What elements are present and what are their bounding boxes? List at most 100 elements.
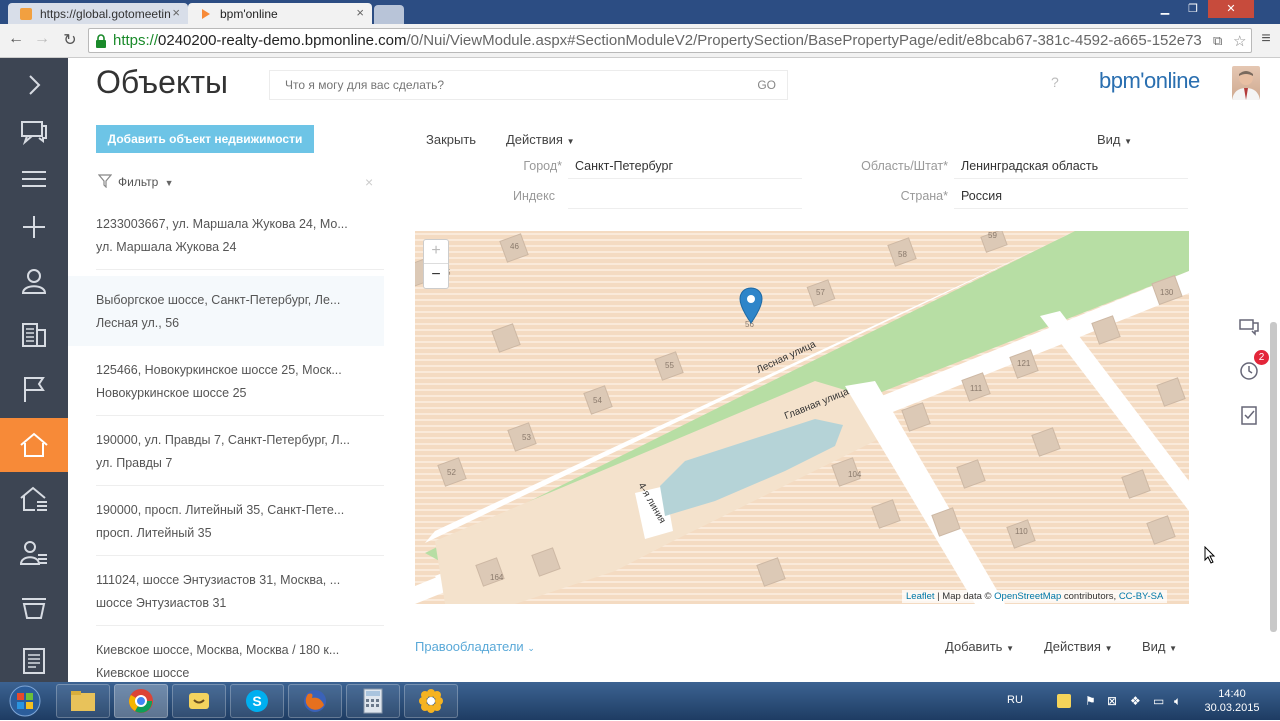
firefox-icon: [304, 690, 326, 712]
city-field[interactable]: Санкт-Петербург: [568, 157, 802, 179]
rail-item-listings[interactable]: [0, 472, 68, 526]
tray-messages-icon[interactable]: [1057, 694, 1071, 708]
rail-item-activities[interactable]: [0, 362, 68, 416]
country-field[interactable]: Россия: [954, 187, 1188, 209]
taskbar-explorer[interactable]: [56, 684, 110, 718]
view-menu-button[interactable]: Вид ▼: [1097, 132, 1132, 147]
tasks-panel-icon[interactable]: [1238, 404, 1260, 426]
back-arrow-icon[interactable]: ←: [6, 30, 26, 52]
filter-button[interactable]: Фильтр ▼: [97, 174, 174, 189]
filter-close-icon[interactable]: ×: [365, 174, 373, 190]
feed-panel-icon[interactable]: [1238, 316, 1260, 338]
close-tab-icon[interactable]: ×: [172, 5, 180, 20]
tray-network-icon[interactable]: ⊠: [1107, 694, 1121, 708]
chevron-down-icon: ▼: [164, 178, 174, 188]
list-item[interactable]: 190000, просп. Литейный 35, Санкт-Пете..…: [68, 486, 384, 556]
close-button[interactable]: Закрыть: [426, 132, 476, 147]
bpmonline-logo: bpm'online: [1099, 68, 1200, 93]
browser-tab-bpmonline[interactable]: bpm'online ×: [188, 3, 372, 24]
url-text: https://0240200-realty-demo.bpmonline.co…: [113, 32, 1213, 49]
user-avatar[interactable]: [1232, 66, 1260, 100]
list-item-selected[interactable]: Выборгское шоссе, Санкт-Петербург, Ле...…: [68, 276, 384, 346]
list-item-address: Киевское шоссе, Москва, Москва / 180 к..…: [96, 643, 340, 657]
go-button[interactable]: GO: [757, 78, 776, 92]
list-item-address: 125466, Новокуркинское шоссе 25, Моск...: [96, 363, 342, 377]
bookmark-star-icon[interactable]: ☆: [1233, 32, 1246, 50]
tray-volume-icon[interactable]: 🔈︎: [1174, 694, 1188, 708]
rail-item-clients[interactable]: [0, 526, 68, 580]
rail-item-accounts[interactable]: [0, 308, 68, 362]
forward-arrow-icon[interactable]: →: [32, 30, 52, 52]
house-number: 130: [1160, 288, 1174, 297]
list-item[interactable]: 1233003667, ул. Маршала Жукова 24, Мо...…: [68, 200, 384, 270]
house-number: 52: [447, 468, 456, 477]
owners-detail-tab[interactable]: Правообладатели ⌄: [415, 639, 535, 654]
taskbar-clock[interactable]: 14:40 30.03.2015: [1201, 687, 1263, 715]
help-icon[interactable]: ?: [1051, 74, 1059, 90]
clients-icon: [19, 541, 47, 565]
add-menu-button[interactable]: Добавить ▼: [945, 639, 1014, 654]
list-item[interactable]: 190000, ул. Правды 7, Санкт-Петербург, Л…: [68, 416, 384, 486]
clock-time: 14:40: [1218, 688, 1246, 700]
taskbar-calculator[interactable]: [346, 684, 400, 718]
new-tab-button[interactable]: [374, 5, 404, 24]
rail-item-properties[interactable]: [0, 418, 68, 472]
license-link[interactable]: CC-BY-SA: [1119, 591, 1164, 602]
region-field[interactable]: Ленинградская область: [954, 157, 1188, 179]
address-bar[interactable]: https://0240200-realty-demo.bpmonline.co…: [88, 28, 1252, 53]
browser-tab-gotomeeting[interactable]: https://global.gotomeetin ×: [8, 3, 188, 24]
location-marker-icon[interactable]: [739, 287, 763, 325]
taskbar-firefox[interactable]: [288, 684, 342, 718]
svg-text:S: S: [252, 693, 261, 709]
detail-view-button[interactable]: Вид ▼: [1142, 639, 1177, 654]
taskbar-messenger[interactable]: [172, 684, 226, 718]
rail-item-add[interactable]: [0, 200, 68, 254]
search-input[interactable]: [270, 71, 740, 99]
gotomeeting-favicon-icon: [20, 8, 32, 20]
actions-label: Действия: [506, 132, 563, 147]
detail-actions-button[interactable]: Действия ▼: [1044, 639, 1113, 654]
leaflet-link[interactable]: Leaflet: [906, 591, 935, 602]
tray-display-icon[interactable]: ▭: [1153, 694, 1167, 708]
folder-icon: [71, 691, 95, 711]
filter-label: Фильтр: [118, 175, 159, 189]
zip-field[interactable]: [568, 187, 802, 209]
tab-title: https://global.gotomeetin: [40, 7, 171, 21]
list-item-address: Выборгское шоссе, Санкт-Петербург, Ле...: [96, 293, 341, 307]
close-tab-icon[interactable]: ×: [356, 5, 364, 20]
actions-menu-button[interactable]: Действия ▼: [506, 132, 575, 147]
rail-item-feed[interactable]: [0, 104, 68, 158]
restore-window-icon[interactable]: ❐: [1180, 0, 1206, 18]
notification-count-badge: 2: [1254, 350, 1269, 365]
rail-item-documents[interactable]: [0, 634, 68, 688]
reload-icon[interactable]: ↻: [60, 30, 80, 52]
close-window-icon[interactable]: ✕: [1208, 0, 1254, 18]
taskbar-chrome[interactable]: [114, 684, 168, 718]
page-translate-icon[interactable]: ⧉: [1213, 33, 1222, 49]
zoom-out-button[interactable]: −: [424, 264, 448, 288]
list-item[interactable]: 125466, Новокуркинское шоссе 25, Моск...…: [68, 346, 384, 416]
chevron-down-icon: ▼: [566, 137, 575, 146]
command-line[interactable]: GO: [269, 70, 788, 100]
tray-flag-icon[interactable]: ⚑: [1085, 694, 1099, 708]
taskbar-app[interactable]: [404, 684, 458, 718]
zip-label: Индекс: [513, 189, 555, 203]
map-view[interactable]: 46 58 59 57 130 56 55 121 54 111 53 52 1…: [415, 231, 1189, 604]
minimize-window-icon[interactable]: ▁: [1152, 0, 1178, 18]
language-indicator[interactable]: RU: [1007, 694, 1023, 706]
add-property-button[interactable]: Добавить объект недвижимости: [96, 125, 314, 153]
start-button[interactable]: [4, 684, 46, 718]
list-item[interactable]: 111024, шоссе Энтузиастов 31, Москва, ..…: [68, 556, 384, 626]
rail-item-main-menu[interactable]: [0, 152, 68, 206]
house-number: 57: [816, 288, 825, 297]
osm-link[interactable]: OpenStreetMap: [994, 591, 1061, 602]
tray-dropbox-icon[interactable]: ❖: [1130, 694, 1144, 708]
page-scrollbar[interactable]: [1270, 322, 1277, 632]
zoom-in-button[interactable]: +: [424, 240, 448, 264]
list-item[interactable]: Киевское шоссе, Москва, Москва / 180 к..…: [68, 626, 384, 682]
contact-icon: [21, 269, 47, 294]
rail-item-deals[interactable]: [0, 580, 68, 634]
taskbar-skype[interactable]: S: [230, 684, 284, 718]
rail-item-contacts[interactable]: [0, 254, 68, 308]
chrome-menu-icon[interactable]: ≡: [1256, 30, 1276, 52]
